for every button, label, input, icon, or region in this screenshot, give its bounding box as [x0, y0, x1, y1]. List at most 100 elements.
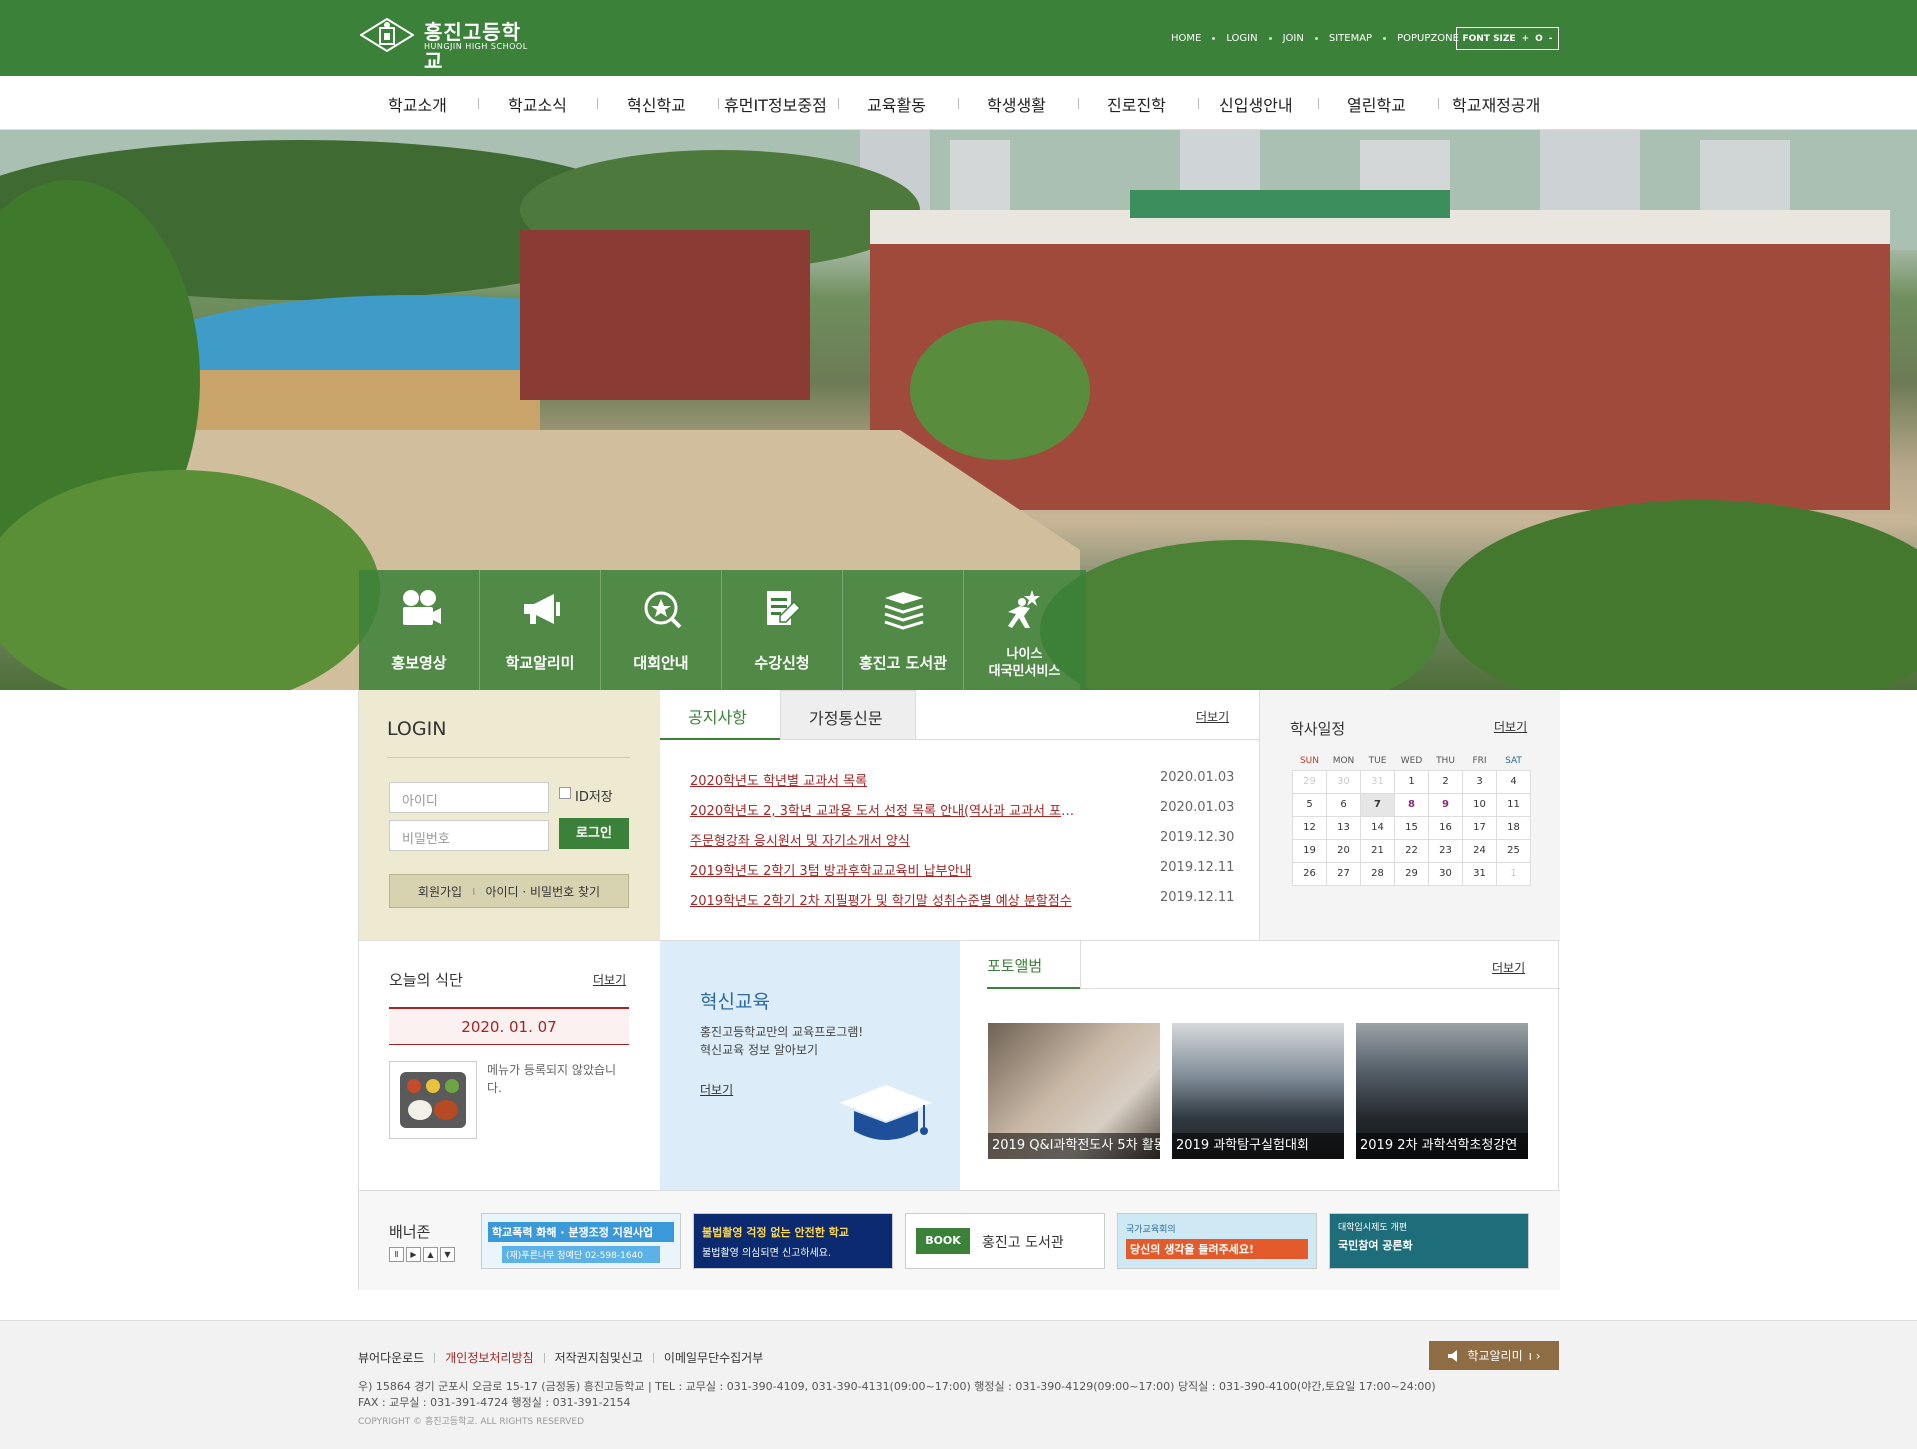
- copyright-policy-link[interactable]: 저작권지침및신고: [555, 1349, 643, 1366]
- notice-title-link[interactable]: 2019학년도 2학기 3텀 방과후학교교육비 납부안내: [690, 860, 1075, 879]
- popupzone-link[interactable]: POPUPZONE: [1397, 33, 1459, 44]
- calendar-day[interactable]: 25: [1496, 838, 1531, 863]
- privacy-policy-link[interactable]: 개인정보처리방침: [445, 1349, 533, 1366]
- nav-item-freshmen[interactable]: 신입생안내: [1219, 92, 1293, 116]
- font-size-plus-button[interactable]: +: [1522, 34, 1530, 44]
- calendar-day[interactable]: 13: [1326, 815, 1361, 840]
- calendar-day[interactable]: 1: [1394, 769, 1429, 794]
- banner-item[interactable]: 학교폭력 화해 · 분쟁조정 지원사업 (재)푸른나무 청예단 02-598-1…: [481, 1213, 681, 1269]
- nav-item-student-life[interactable]: 학생생활: [987, 92, 1046, 116]
- banner-pause-button[interactable]: Ⅱ: [389, 1247, 404, 1262]
- banner-item[interactable]: 대학입시제도 개편 국민참여 공론화: [1329, 1213, 1529, 1269]
- font-size-minus-button[interactable]: -: [1549, 34, 1553, 44]
- nav-item-open-school[interactable]: 열린학교: [1347, 92, 1406, 116]
- main-content: LOGIN 아이디 비밀번호 ID저장 로그인 회원가입 ı 아이디 · 비밀번…: [358, 690, 1560, 1290]
- quick-promo-video[interactable]: 홍보영상: [359, 570, 480, 690]
- email-policy-link[interactable]: 이메일무단수집거부: [664, 1349, 763, 1366]
- quick-school-alimi[interactable]: 학교알리미: [480, 570, 601, 690]
- password-input[interactable]: 비밀번호: [389, 820, 549, 851]
- sitemap-link[interactable]: SITEMAP: [1329, 33, 1372, 44]
- calendar-day[interactable]: 26: [1292, 861, 1327, 886]
- nav-item-finance[interactable]: 학교재정공개: [1452, 92, 1540, 116]
- join-button[interactable]: 회원가입: [418, 883, 462, 900]
- nav-item-human-it[interactable]: 휴먼IT정보중점: [724, 92, 827, 116]
- calendar-more-link[interactable]: 더보기: [1494, 718, 1527, 735]
- calendar-day[interactable]: 12: [1292, 815, 1327, 840]
- notice-title-link[interactable]: 주문형강좌 응시원서 및 자기소개서 양식: [690, 830, 1075, 849]
- tab-photo-album[interactable]: 포토앨범: [987, 941, 1080, 989]
- banner-item[interactable]: 불법촬영 걱정 없는 안전한 학교 불법촬영 의심되면 신고하세요.: [693, 1213, 893, 1269]
- calendar-day[interactable]: 2: [1428, 769, 1463, 794]
- calendar-day[interactable]: 23: [1428, 838, 1463, 863]
- calendar-day[interactable]: 28: [1360, 861, 1395, 886]
- calendar-day[interactable]: 5: [1292, 792, 1327, 817]
- calendar-day[interactable]: 31: [1462, 861, 1497, 886]
- calendar-day[interactable]: 10: [1462, 792, 1497, 817]
- notice-title-link[interactable]: 2019학년도 2학기 2차 지필평가 및 학기말 성취수준별 예상 분할점수: [690, 890, 1075, 909]
- innovation-more-link[interactable]: 더보기: [700, 1081, 733, 1098]
- calendar-day[interactable]: 1: [1496, 861, 1531, 886]
- calendar-day[interactable]: 29: [1292, 769, 1327, 794]
- calendar-day[interactable]: 6: [1326, 792, 1361, 817]
- calendar-day[interactable]: 20: [1326, 838, 1361, 863]
- album-more-link[interactable]: 더보기: [1492, 959, 1525, 976]
- viewer-download-link[interactable]: 뷰어다운로드: [358, 1349, 424, 1366]
- notice-date: 2019.12.11: [1160, 890, 1235, 905]
- notice-more-link[interactable]: 더보기: [1196, 708, 1229, 725]
- calendar-day[interactable]: 11: [1496, 792, 1531, 817]
- join-link[interactable]: JOIN: [1283, 33, 1304, 44]
- find-account-button[interactable]: 아이디 · 비밀번호 찾기: [485, 883, 600, 900]
- calendar-day[interactable]: 24: [1462, 838, 1497, 863]
- calendar-day[interactable]: 4: [1496, 769, 1531, 794]
- calendar-day[interactable]: 18: [1496, 815, 1531, 840]
- album-photo[interactable]: 2019 과학탐구실험대회: [1172, 1023, 1344, 1159]
- notice-title-link[interactable]: 2020학년도 2, 3학년 교과용 도서 선정 목록 안내(역사과 교과서 포…: [690, 800, 1075, 819]
- calendar-day[interactable]: 22: [1394, 838, 1429, 863]
- calendar-day[interactable]: 29: [1394, 861, 1429, 886]
- calendar-day[interactable]: 19: [1292, 838, 1327, 863]
- calendar-day[interactable]: 21: [1360, 838, 1395, 863]
- school-alimi-button[interactable]: 학교알리미 ı ›: [1429, 1341, 1559, 1370]
- album-photo[interactable]: 2019 Q&I과학전도사 5차 활동: [988, 1023, 1160, 1159]
- login-link[interactable]: LOGIN: [1226, 33, 1257, 44]
- calendar-day[interactable]: 16: [1428, 815, 1463, 840]
- calendar-day[interactable]: 9: [1428, 792, 1463, 817]
- banner-play-button[interactable]: ▶: [406, 1247, 421, 1262]
- calendar-day[interactable]: 15: [1394, 815, 1429, 840]
- tab-notice[interactable]: 공지사항: [660, 690, 780, 740]
- banner-item[interactable]: BOOK 홍진고 도서관: [905, 1213, 1105, 1269]
- font-size-control: FONT SIZE + O -: [1456, 27, 1559, 50]
- save-id-checkbox[interactable]: [559, 787, 571, 799]
- nav-item-about[interactable]: 학교소개: [388, 92, 447, 116]
- login-button[interactable]: 로그인: [559, 818, 629, 849]
- quick-neis-service[interactable]: 나이스 대국민서비스: [964, 570, 1085, 690]
- nav-item-news[interactable]: 학교소식: [508, 92, 567, 116]
- quick-course-registration[interactable]: 수강신청: [722, 570, 843, 690]
- notice-title-link[interactable]: 2020학년도 학년별 교과서 목록: [690, 770, 1075, 789]
- tab-divider: [1080, 941, 1081, 989]
- meal-more-link[interactable]: 더보기: [593, 971, 626, 988]
- calendar-day[interactable]: 27: [1326, 861, 1361, 886]
- banner-item[interactable]: 국가교육회의 당신의 생각을 들려주세요!: [1117, 1213, 1317, 1269]
- quick-contest-info[interactable]: 대회안내: [601, 570, 722, 690]
- nav-item-innovation[interactable]: 혁신학교: [627, 92, 686, 116]
- calendar-day[interactable]: 30: [1326, 769, 1361, 794]
- home-link[interactable]: HOME: [1171, 33, 1201, 44]
- nav-item-activities[interactable]: 교육활동: [867, 92, 926, 116]
- album-photo[interactable]: 2019 2차 과학석학초청강연: [1356, 1023, 1528, 1159]
- nav-item-career[interactable]: 진로진학: [1107, 92, 1166, 116]
- calendar-day[interactable]: 14: [1360, 815, 1395, 840]
- quick-library[interactable]: 홍진고 도서관: [843, 570, 964, 690]
- calendar-day[interactable]: 30: [1428, 861, 1463, 886]
- calendar-day[interactable]: 8: [1394, 792, 1429, 817]
- font-size-reset-button[interactable]: O: [1535, 34, 1543, 44]
- school-logo[interactable]: 흥진고등학교 HUNGJIN HIGH SCHOOL: [360, 16, 540, 73]
- calendar-day[interactable]: 3: [1462, 769, 1497, 794]
- calendar-day[interactable]: 31: [1360, 769, 1395, 794]
- calendar-day[interactable]: 17: [1462, 815, 1497, 840]
- tab-family-letter[interactable]: 가정통신문: [780, 690, 916, 740]
- banner-down-button[interactable]: ▼: [440, 1247, 455, 1262]
- id-input[interactable]: 아이디: [389, 782, 549, 813]
- calendar-day[interactable]: 7: [1360, 792, 1395, 817]
- banner-up-button[interactable]: ▲: [423, 1247, 438, 1262]
